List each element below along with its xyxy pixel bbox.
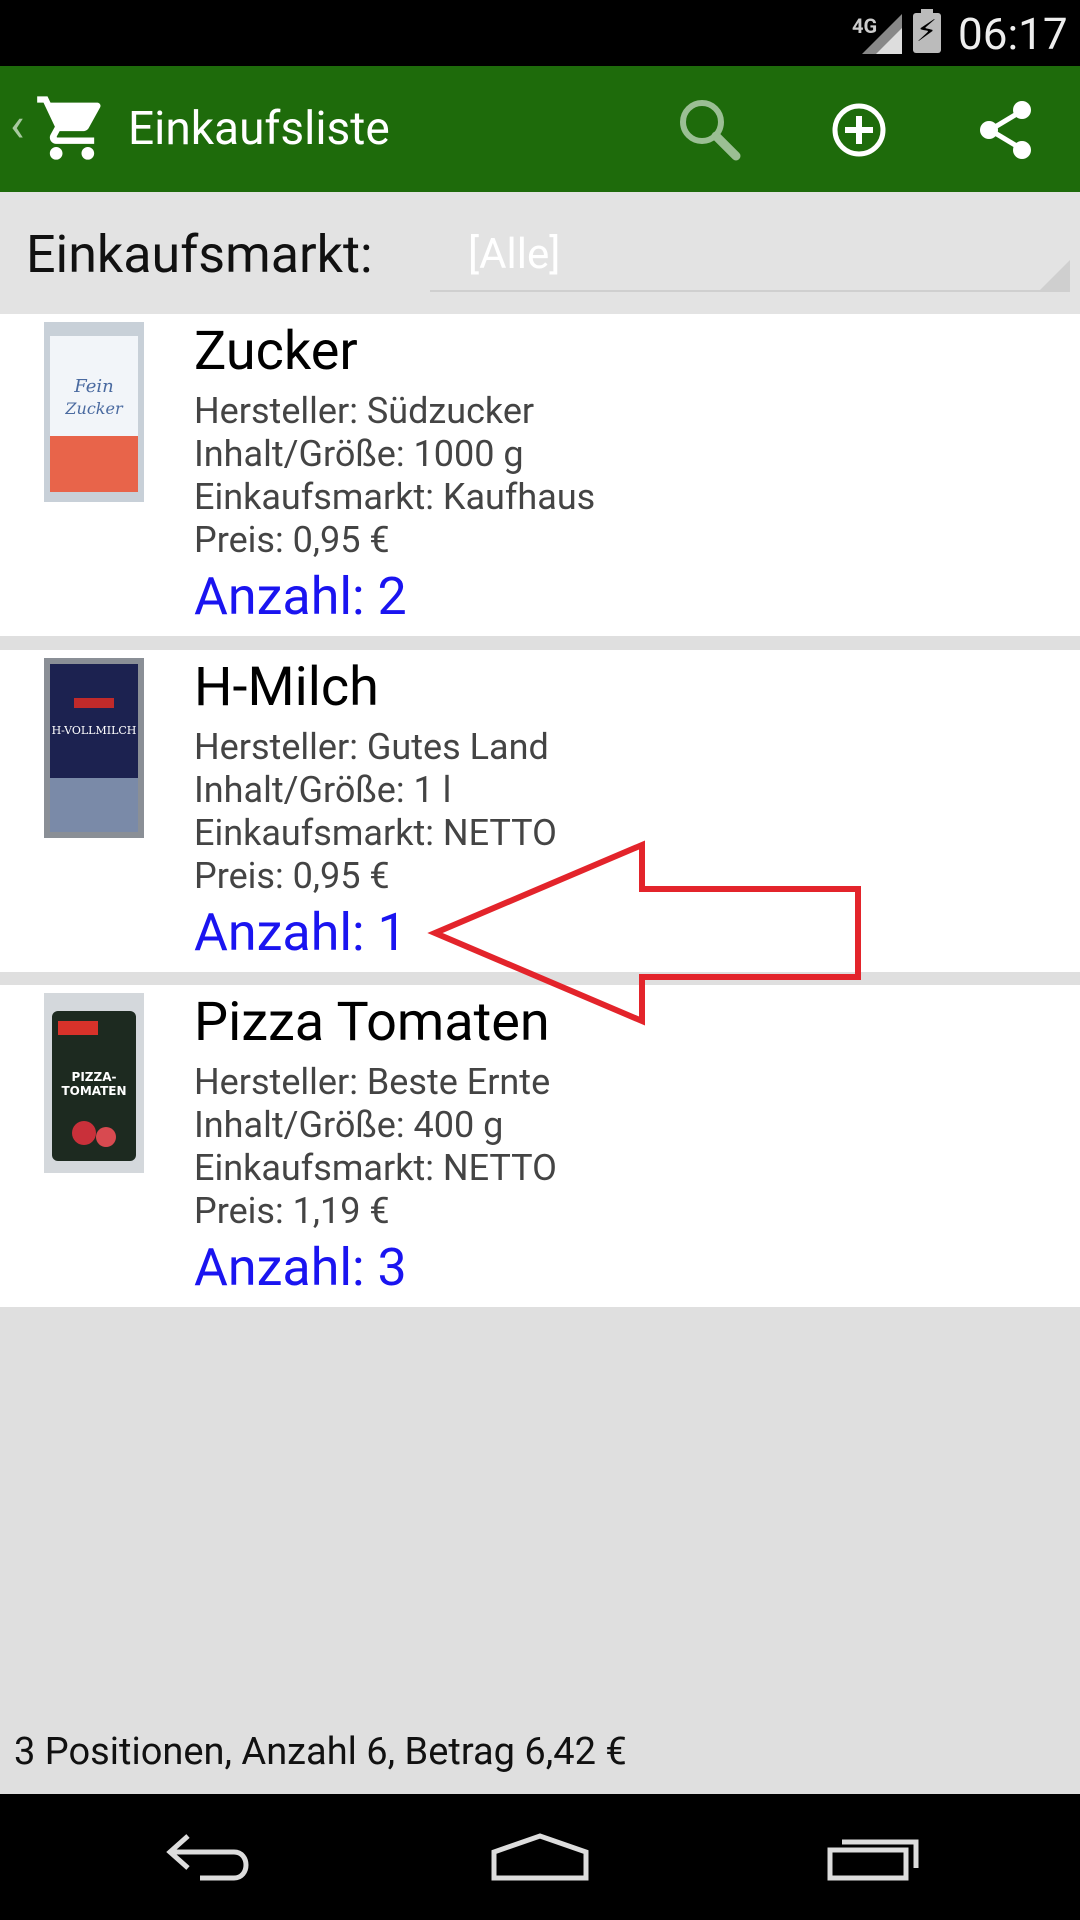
store-filter: Einkaufsmarkt: [Alle]	[0, 192, 1080, 314]
dropdown-corner-icon	[1040, 260, 1070, 290]
action-bar: ‹ Einkaufsliste	[0, 66, 1080, 192]
list-summary: 3 Positionen, Anzahl 6, Betrag 6,42 €	[14, 1730, 627, 1774]
svg-text:H-VOLLMILCH: H-VOLLMILCH	[52, 724, 137, 737]
item-manufacturer: Hersteller: Südzucker	[194, 390, 535, 432]
item-manufacturer: Hersteller: Gutes Land	[194, 726, 549, 768]
product-image-tomatoes: PIZZA- TOMATEN	[44, 993, 144, 1173]
item-store: Einkaufsmarkt: Kaufhaus	[194, 476, 596, 518]
status-bar: 4G ⚡ 06:17	[0, 0, 1080, 66]
shopping-cart-icon[interactable]	[34, 90, 110, 166]
item-store: Einkaufsmarkt: NETTO	[194, 1147, 557, 1189]
search-icon[interactable]	[674, 94, 746, 166]
item-price: Preis: 0,95 €	[194, 519, 390, 561]
item-quantity[interactable]: Anzahl: 1	[194, 902, 407, 963]
svg-text:PIZZA-: PIZZA-	[72, 1070, 117, 1084]
list-item[interactable]: Fein Zucker Zucker Hersteller: Südzucker…	[0, 314, 1080, 636]
navigation-bar	[0, 1794, 1080, 1920]
item-store: Einkaufsmarkt: NETTO	[194, 812, 557, 854]
app-title: Einkaufsliste	[128, 102, 390, 156]
select-underline	[430, 290, 1070, 292]
item-manufacturer: Hersteller: Beste Ernte	[194, 1061, 551, 1103]
store-select[interactable]: [Alle]	[430, 222, 1070, 292]
item-price: Preis: 0,95 €	[194, 855, 390, 897]
svg-text:Zucker: Zucker	[64, 399, 124, 418]
product-image-sugar: Fein Zucker	[44, 322, 144, 502]
store-select-value: [Alle]	[468, 230, 561, 279]
home-icon[interactable]	[488, 1822, 592, 1892]
back-chevron-icon[interactable]: ‹	[10, 96, 24, 153]
svg-text:Fein: Fein	[73, 376, 114, 397]
signal-icon	[862, 14, 902, 54]
item-name: Pizza Tomaten	[194, 991, 550, 1054]
clock: 06:17	[958, 8, 1068, 60]
svg-text:TOMATEN: TOMATEN	[61, 1084, 126, 1098]
item-price: Preis: 1,19 €	[194, 1190, 390, 1232]
share-icon[interactable]	[970, 94, 1042, 166]
item-quantity[interactable]: Anzahl: 3	[194, 1237, 407, 1298]
item-size: Inhalt/Größe: 400 g	[194, 1104, 504, 1146]
item-size: Inhalt/Größe: 1 l	[194, 769, 452, 811]
recent-apps-icon[interactable]	[824, 1822, 924, 1892]
item-name: H-Milch	[194, 656, 379, 719]
list-item[interactable]: H-VOLLMILCH H-Milch Hersteller: Gutes La…	[0, 650, 1080, 972]
add-circle-icon[interactable]	[823, 94, 895, 166]
item-quantity[interactable]: Anzahl: 2	[194, 566, 407, 627]
charging-icon: ⚡	[916, 14, 938, 49]
item-name: Zucker	[194, 320, 358, 383]
store-filter-label: Einkaufsmarkt:	[26, 224, 373, 285]
list-item[interactable]: PIZZA- TOMATEN Pizza Tomaten Hersteller:…	[0, 985, 1080, 1307]
product-image-milk: H-VOLLMILCH	[44, 658, 144, 838]
item-size: Inhalt/Größe: 1000 g	[194, 433, 524, 475]
back-icon[interactable]	[160, 1822, 260, 1892]
